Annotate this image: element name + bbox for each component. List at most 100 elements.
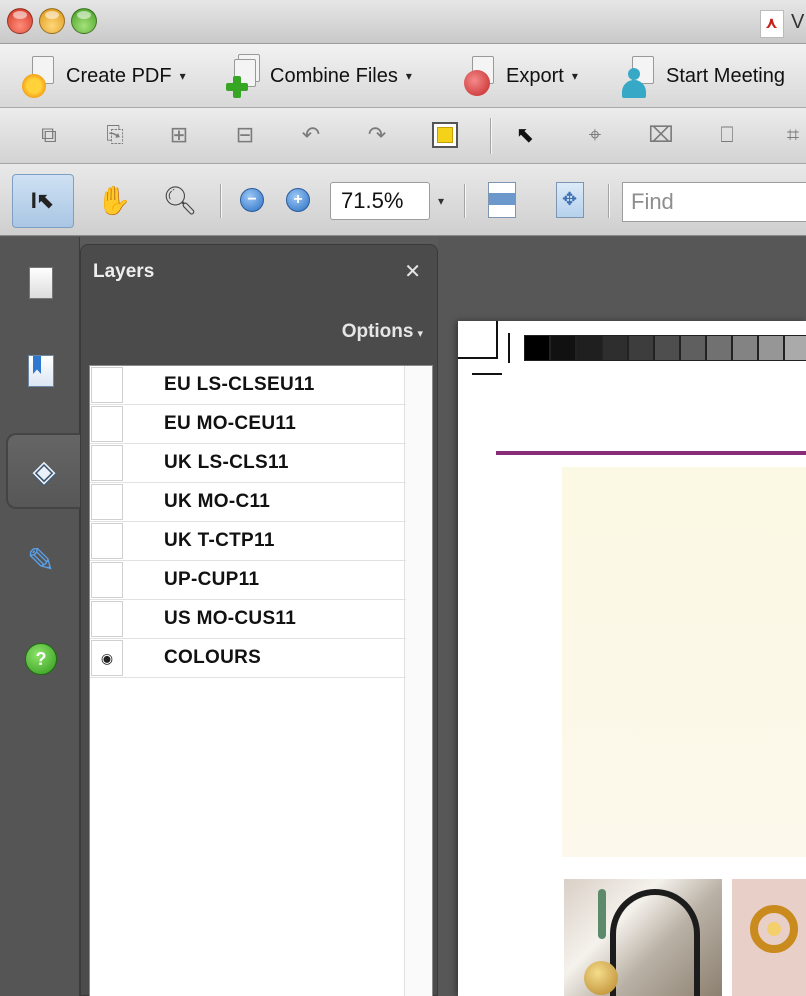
document-pane[interactable] <box>438 237 806 996</box>
help-icon: ? <box>25 643 57 675</box>
layer-name: UK T-CTP11 <box>164 530 275 551</box>
layers-button[interactable]: ◈ <box>6 433 80 509</box>
visibility-toggle[interactable] <box>91 484 123 520</box>
color-swatch <box>680 335 706 361</box>
start-meeting-label: Start Meeting <box>666 64 785 87</box>
edit-object-icon[interactable]: ⌗ <box>778 120 806 150</box>
options-menu-button[interactable]: Options ▾ <box>342 321 423 343</box>
redo-icon[interactable]: ↷ <box>362 120 392 150</box>
crop-pages-icon[interactable]: ⎕ <box>712 120 742 150</box>
pen-icon: ✎ <box>26 542 56 580</box>
view-toolbar: I⬉ ✋ 🔍︎ − + 71.5% ▾ Find <box>0 164 806 236</box>
color-swatch <box>550 335 576 361</box>
layer-row[interactable]: UK MO-C11 <box>90 483 406 522</box>
layer-name: UP-CUP11 <box>164 569 260 590</box>
fit-width-icon[interactable] <box>488 182 516 218</box>
layer-name: COLOURS <box>164 647 262 668</box>
start-meeting-button[interactable]: Start Meeting <box>620 52 785 100</box>
color-swatch <box>628 335 654 361</box>
layer-row[interactable]: EU LS-CLSEU11 <box>90 366 406 405</box>
bookmarks-button[interactable] <box>6 333 76 409</box>
visibility-toggle[interactable] <box>91 601 123 637</box>
help-button[interactable]: ? <box>6 621 76 697</box>
color-swatch <box>524 335 550 361</box>
undo-icon[interactable]: ↶ <box>296 120 326 150</box>
visibility-toggle[interactable] <box>91 445 123 481</box>
visibility-toggle[interactable] <box>91 406 123 442</box>
create-pdf-button[interactable]: Create PDF ▾ <box>20 52 186 100</box>
eye-icon: ◉ <box>100 649 114 666</box>
layer-name: EU LS-CLSEU11 <box>164 374 315 395</box>
combine-files-button[interactable]: Combine Files ▾ <box>224 52 412 100</box>
product-photo <box>732 879 806 996</box>
color-swatch <box>706 335 732 361</box>
chevron-down-icon: ▾ <box>571 69 578 83</box>
zoom-level-field[interactable]: 71.5% <box>330 182 430 220</box>
delete-field-icon[interactable]: ⌧ <box>646 120 676 150</box>
layer-name: UK LS-CLS11 <box>164 452 289 473</box>
close-window-button[interactable] <box>7 8 33 34</box>
create-pdf-icon <box>20 54 60 98</box>
replace-pages-icon[interactable]: ⊟ <box>230 120 260 150</box>
options-label: Options <box>341 321 414 342</box>
select-text-tool-button[interactable]: I⬉ <box>12 174 74 228</box>
color-swatch <box>602 335 628 361</box>
layer-name: EU MO-CEU11 <box>164 413 297 434</box>
minimize-window-button[interactable] <box>39 8 65 34</box>
extract-pages-icon[interactable]: ⊞ <box>164 120 194 150</box>
bookmark-icon <box>28 355 54 387</box>
export-label: Export <box>506 64 564 87</box>
visibility-toggle[interactable] <box>91 562 123 598</box>
select-object-icon[interactable]: ⬉ <box>510 120 540 150</box>
chevron-down-icon: ▾ <box>417 328 423 340</box>
visibility-toggle[interactable] <box>91 367 123 403</box>
toolbar-divider <box>608 184 609 218</box>
export-icon <box>460 54 500 98</box>
layer-row[interactable]: UP-CUP11 <box>90 561 406 600</box>
navigation-pane: ◈ ✎ ? <box>0 237 80 996</box>
fit-page-icon[interactable] <box>556 182 584 218</box>
close-icon[interactable]: ✕ <box>404 259 421 284</box>
crop-mark <box>496 321 498 359</box>
layer-row[interactable]: UK LS-CLS11 <box>90 444 406 483</box>
toolbar-divider <box>464 184 465 218</box>
layer-row[interactable]: US MO-CUS11 <box>90 600 406 639</box>
layer-list: EU LS-CLSEU11 EU MO-CEU11 UK LS-CLS11 UK… <box>89 365 433 996</box>
product-photo <box>564 879 722 996</box>
insert-pages-icon[interactable]: ⎘ <box>100 120 130 150</box>
signatures-button[interactable]: ✎ <box>6 523 76 599</box>
visibility-toggle[interactable] <box>91 523 123 559</box>
hand-tool-icon[interactable]: ✋ <box>94 182 134 218</box>
scrollbar[interactable] <box>404 366 432 996</box>
acrobat-window: V Create PDF ▾ Combine Files ▾ <box>0 0 806 996</box>
tasks-toolbar: Create PDF ▾ Combine Files ▾ Export ▾ St… <box>0 44 806 108</box>
toolbar-divider <box>220 184 221 218</box>
create-pdf-label: Create PDF <box>66 64 172 87</box>
pdf-page <box>458 321 806 996</box>
marquee-zoom-icon[interactable]: 🔍︎ <box>160 182 200 218</box>
organize-pages-icon[interactable]: ⧉ <box>34 120 64 150</box>
page-thumbnails-icon <box>24 267 53 306</box>
layers-icon: ◈ <box>32 454 56 488</box>
combine-files-label: Combine Files <box>270 64 398 87</box>
pdf-document-icon <box>760 10 784 38</box>
zoom-in-icon[interactable]: + <box>286 188 310 212</box>
start-meeting-icon <box>620 54 660 98</box>
title-bar: V <box>0 0 806 44</box>
zoom-window-button[interactable] <box>71 8 97 34</box>
color-swatch <box>654 335 680 361</box>
zoom-out-icon[interactable]: − <box>240 188 264 212</box>
color-swatch <box>758 335 784 361</box>
find-input[interactable]: Find <box>622 182 806 222</box>
add-field-icon[interactable]: ⌖ <box>580 120 610 150</box>
layer-row[interactable]: UK T-CTP11 <box>90 522 406 561</box>
visibility-toggle[interactable]: ◉ <box>91 640 123 676</box>
page-thumbnails-button[interactable] <box>6 245 76 321</box>
content-block <box>562 467 806 857</box>
layer-row[interactable]: ◉ COLOURS <box>90 639 406 678</box>
sticky-note-icon[interactable] <box>432 122 458 148</box>
zoom-dropdown-icon[interactable]: ▾ <box>430 182 452 220</box>
layer-row[interactable]: EU MO-CEU11 <box>90 405 406 444</box>
chevron-down-icon: ▾ <box>179 69 186 83</box>
export-button[interactable]: Export ▾ <box>460 52 578 100</box>
